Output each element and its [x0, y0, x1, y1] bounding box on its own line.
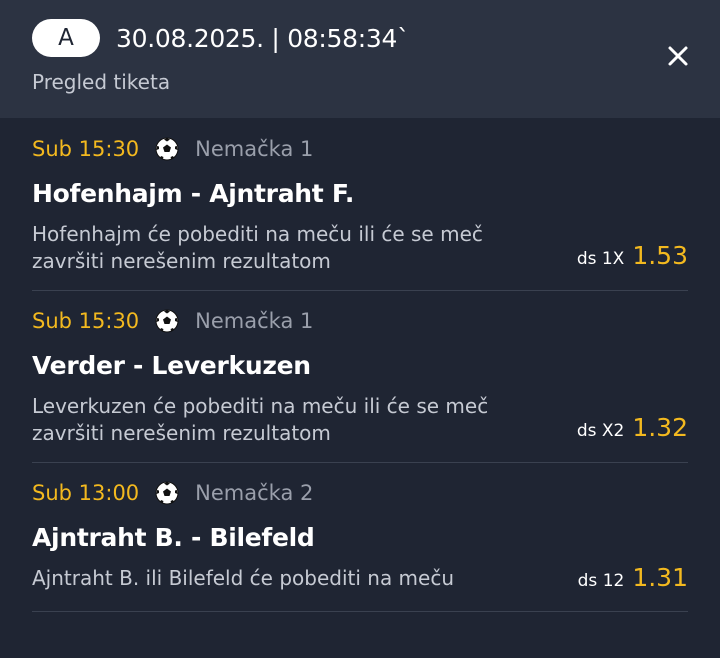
odds-value: 1.31 [632, 563, 688, 592]
ticket-header: A 30.08.2025. | 08:58:34` Pregled tiketa [0, 0, 720, 118]
soccer-ball-icon [155, 137, 179, 161]
league-name: Nemačka 2 [195, 481, 314, 505]
soccer-ball-icon [155, 309, 179, 333]
ticket-type-badge: A [32, 19, 100, 57]
match-meta: Sub 15:30 Nemačka 1 [32, 134, 313, 164]
match-title: Ajntraht B. - Bilefeld [32, 523, 315, 552]
odds-value: 1.32 [632, 413, 688, 442]
odds-block: ds 12 1.31 [578, 563, 688, 592]
match-time: Sub 15:30 [32, 309, 140, 333]
bet-description: Hofenhajm će pobediti na meču ili će se … [32, 222, 483, 273]
league-name: Nemačka 1 [195, 309, 314, 333]
match-time: Sub 15:30 [32, 137, 140, 161]
ticket-datetime: 30.08.2025. | 08:58:34` [116, 24, 410, 53]
bet-description: Leverkuzen će pobediti na meču ili će se… [32, 394, 489, 445]
odds-value: 1.53 [632, 241, 688, 270]
match-meta: Sub 13:00 Nemačka 2 [32, 478, 313, 508]
bet-market: ds 12 [577, 571, 625, 591]
page-title: Pregled tiketa [32, 70, 171, 94]
odds-block: ds X2 1.32 [577, 413, 688, 442]
ticket-row[interactable]: Sub 15:30 Nemačka 1 Hofenhajm - Ajntraht… [32, 118, 688, 291]
odds-block: ds 1X 1.53 [577, 241, 688, 270]
ticket-row[interactable]: Sub 13:00 Nemačka 2 Ajntraht B. - Bilefe… [32, 462, 688, 612]
ticket-row[interactable]: Sub 15:30 Nemačka 1 Verder - Leverkuzen … [32, 290, 688, 463]
soccer-ball-icon [155, 481, 179, 505]
league-name: Nemačka 1 [195, 137, 314, 161]
match-meta: Sub 15:30 Nemačka 1 [32, 306, 313, 336]
bet-market: ds X2 [576, 421, 625, 441]
bet-description: Ajntraht B. ili Bilefeld će pobediti na … [32, 566, 455, 590]
close-icon[interactable] [660, 38, 696, 74]
match-time: Sub 13:00 [32, 481, 140, 505]
match-title: Hofenhajm - Ajntraht F. [32, 179, 355, 208]
match-title: Verder - Leverkuzen [32, 351, 311, 380]
bet-market: ds 1X [576, 249, 625, 269]
